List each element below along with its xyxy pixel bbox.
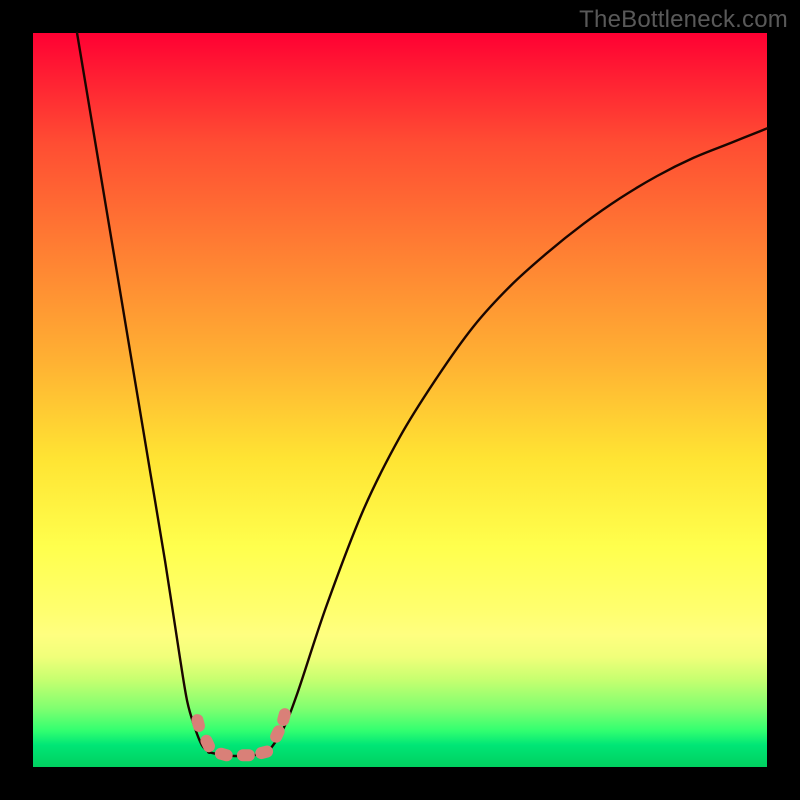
blob-b [198, 733, 216, 754]
blob-c [214, 746, 234, 762]
marker-blobs [190, 707, 292, 763]
blob-g [276, 707, 292, 727]
watermark-text: TheBottleneck.com [579, 6, 788, 34]
curve-layer [33, 33, 767, 767]
bottleneck-curve [77, 33, 767, 756]
outer-frame: TheBottleneck.com [0, 0, 800, 800]
blob-a [190, 713, 206, 733]
blob-d [237, 749, 255, 761]
